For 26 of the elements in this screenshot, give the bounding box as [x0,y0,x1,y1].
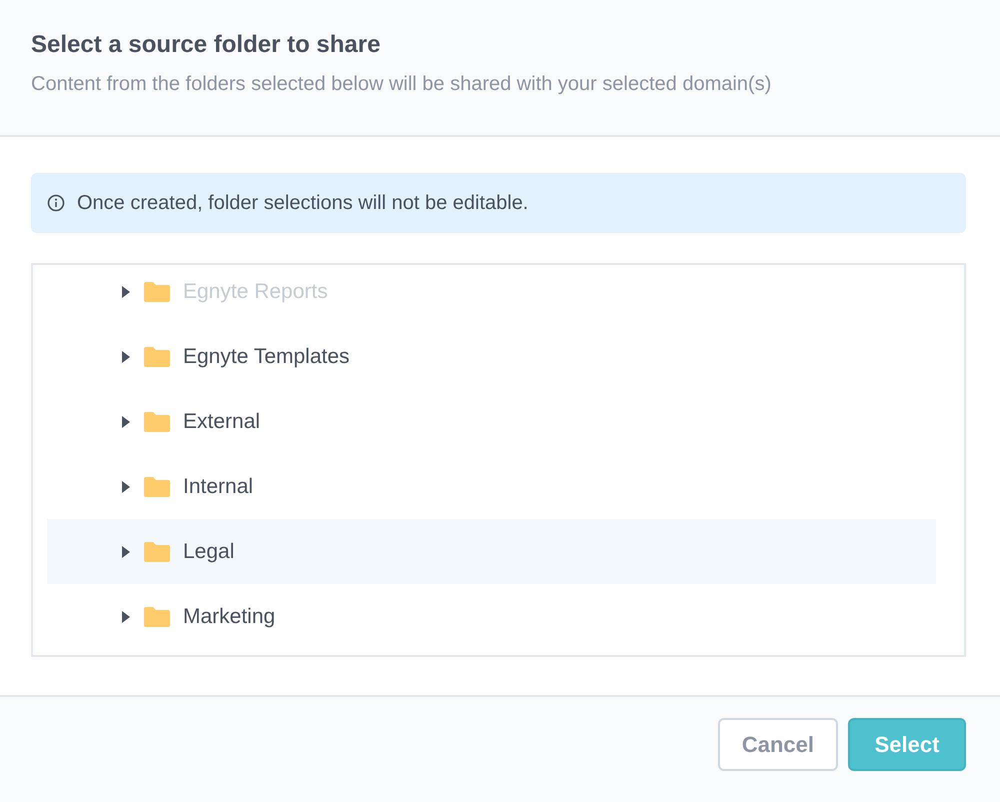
folder-icon [143,346,171,368]
folder-name: Legal [183,540,234,564]
info-icon [47,194,65,212]
info-text: Once created, folder selections will not be editable. [77,192,528,214]
folder-row[interactable]: Marketing [47,584,936,649]
folder-row[interactable]: Internal [47,454,936,519]
folder-name: Egnyte Reports [183,280,328,304]
caret-icon[interactable] [121,478,131,494]
folder-name: Internal [183,474,254,498]
folder-name: Marketing [183,604,276,628]
folder-icon [143,540,171,562]
folder-row[interactable]: Egnyte Templates [47,324,936,389]
caret-icon[interactable] [121,414,131,430]
folder-name: External [183,410,260,434]
folder-row[interactable]: Legal [47,519,936,584]
caret-icon[interactable] [121,608,131,624]
folder-icon [143,476,171,498]
dialog-title: Select a source folder to share [31,31,382,59]
caret-icon[interactable] [121,544,131,560]
folder-icon [143,410,171,432]
folder-icon [143,280,171,302]
folder-name: Egnyte Templates [183,344,350,368]
dialog-subtitle: Content from the folders selected below will be shared with your selected domain(s) [31,73,772,96]
caret-icon[interactable] [121,348,131,364]
folder-icon [143,606,171,628]
folder-row[interactable]: External [47,389,936,454]
